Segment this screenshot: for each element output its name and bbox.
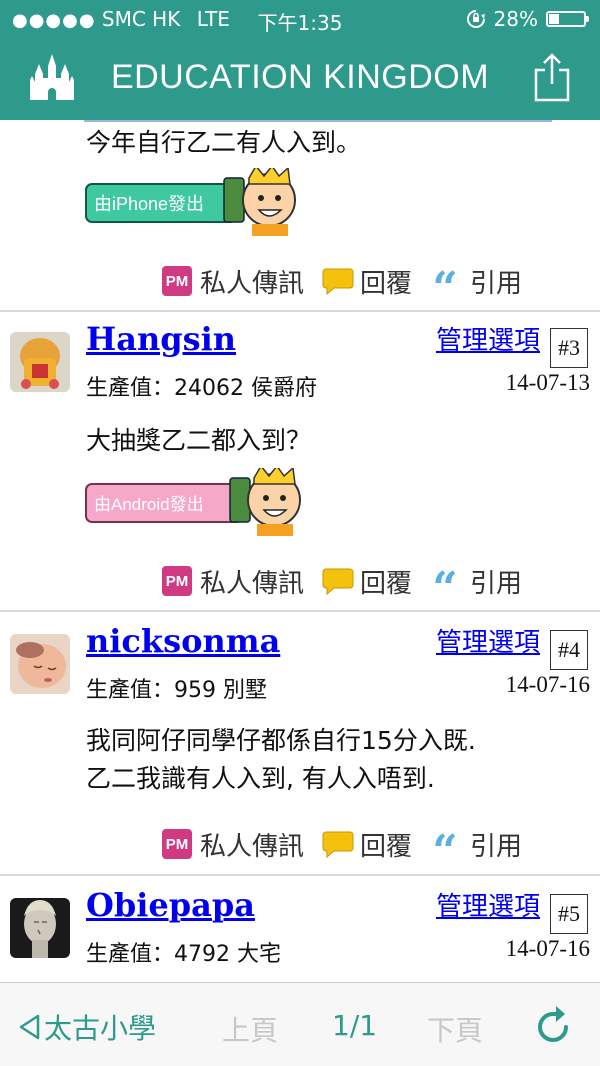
- quote-button[interactable]: “ 引用: [430, 263, 522, 300]
- android-sent-badge: 由Android發出: [85, 468, 301, 536]
- manage-options-link[interactable]: 管理選項: [436, 320, 540, 357]
- post-number: #5: [550, 894, 588, 934]
- pm-button[interactable]: PM 私人傳訊: [162, 826, 304, 863]
- nav-bar: EDUCATION KINGDOM: [0, 40, 600, 120]
- manage-options-link[interactable]: 管理選項: [436, 886, 540, 923]
- back-label: 太古小學: [44, 1012, 157, 1045]
- manage-options-link[interactable]: 管理選項: [436, 622, 540, 659]
- reply-label: 回覆: [360, 831, 413, 862]
- post-message: 今年自行乙二有人入到。: [86, 128, 362, 157]
- speech-bubble-icon: [322, 568, 354, 595]
- bottom-toolbar: 太古小學 上頁 1/1 下頁: [0, 982, 600, 1066]
- post-item: nicksonma 管理選項 #4 生產值：959 別墅 14-07-16 我同…: [0, 612, 600, 876]
- reply-button[interactable]: 回覆: [322, 826, 412, 863]
- badge-text: 由iPhone發出: [94, 194, 204, 214]
- post-actions: PM 私人傳訊 回覆 “ 引用: [162, 263, 540, 299]
- quote-label: 引用: [470, 831, 523, 862]
- reply-button[interactable]: 回覆: [322, 263, 412, 300]
- pm-icon: PM: [162, 829, 192, 859]
- post-actions: PM 私人傳訊 回覆 “ 引用: [162, 563, 540, 599]
- avatar[interactable]: [10, 332, 70, 392]
- top-bar: ●●●●● SMC HK LTE 下午1:35 28% EDUCATION KI…: [0, 0, 600, 120]
- quote-icon: “: [432, 830, 458, 858]
- username-link[interactable]: Obiepapa: [86, 886, 255, 924]
- battery-info: 28%: [466, 7, 589, 31]
- pm-icon: PM: [162, 566, 192, 596]
- post-number: #4: [550, 630, 588, 670]
- quote-label: 引用: [470, 268, 523, 299]
- next-page-button[interactable]: 下頁: [427, 1009, 483, 1049]
- back-triangle-icon: [19, 1014, 40, 1040]
- status-bar: ●●●●● SMC HK LTE 下午1:35 28%: [0, 0, 600, 40]
- post-message: 大抽獎乙二都入到？: [86, 426, 312, 455]
- username-link[interactable]: nicksonma: [86, 622, 280, 660]
- pm-label: 私人傳訊: [200, 831, 305, 862]
- pm-label: 私人傳訊: [200, 268, 305, 299]
- post-message-line: 我同阿仔同學仔都係自行15分入既.: [86, 726, 476, 755]
- battery-fill: [549, 14, 559, 24]
- post-date: 14-07-16: [505, 936, 590, 961]
- post-date: 14-07-16: [505, 672, 590, 697]
- iphone-sent-badge: 由iPhone發出: [85, 168, 296, 236]
- post-message-line: 乙二我識有人入到, 有人入唔到.: [86, 764, 435, 793]
- post-number: #3: [550, 328, 588, 368]
- badge-text: 由Android發出: [94, 495, 204, 514]
- pm-button[interactable]: PM 私人傳訊: [162, 263, 304, 300]
- quote-border: [84, 120, 552, 122]
- post-item: Hangsin 管理選項 #3 生產值：24062 侯爵府 14-07-13 大…: [0, 310, 600, 612]
- quote-icon: “: [432, 567, 458, 595]
- rotation-lock-icon: [466, 10, 485, 28]
- avatar[interactable]: [10, 634, 70, 694]
- pm-label: 私人傳訊: [200, 568, 305, 599]
- speech-bubble-icon: [322, 268, 354, 295]
- pm-icon: PM: [162, 266, 192, 296]
- prev-page-button[interactable]: 上頁: [222, 1009, 278, 1049]
- back-to-forum-button[interactable]: 太古小學: [18, 1007, 156, 1047]
- refresh-icon[interactable]: [534, 1003, 574, 1047]
- app-title: EDUCATION KINGDOM: [110, 58, 490, 96]
- quote-icon: “: [432, 267, 458, 295]
- production-value: 生產值：959 別墅: [86, 678, 267, 703]
- quote-button[interactable]: “ 引用: [430, 563, 522, 600]
- post-item: Obiepapa 管理選項 #5 生產值：4792 大宅 14-07-16: [0, 876, 600, 982]
- production-value: 生產值：24062 侯爵府: [86, 376, 317, 401]
- battery-icon: [546, 11, 589, 27]
- share-icon[interactable]: [532, 52, 572, 102]
- post-actions: PM 私人傳訊 回覆 “ 引用: [162, 826, 540, 862]
- pm-button[interactable]: PM 私人傳訊: [162, 563, 304, 600]
- post-date: 14-07-13: [505, 370, 590, 395]
- username-link[interactable]: Hangsin: [86, 320, 236, 358]
- reply-label: 回覆: [360, 268, 413, 299]
- thread-content[interactable]: 今年自行乙二有人入到。 由iPhone發出 PM 私人傳訊 回覆 “ 引用 Hang…: [0, 120, 600, 982]
- reply-button[interactable]: 回覆: [322, 563, 412, 600]
- quote-label: 引用: [470, 568, 523, 599]
- page-indicator[interactable]: 1/1: [332, 1009, 377, 1042]
- post-fragment: 今年自行乙二有人入到。 由iPhone發出 PM 私人傳訊 回覆 “ 引用: [0, 120, 600, 312]
- speech-bubble-icon: [322, 831, 354, 858]
- avatar[interactable]: [10, 898, 70, 958]
- quote-button[interactable]: “ 引用: [430, 826, 522, 863]
- reply-label: 回覆: [360, 568, 413, 599]
- battery-percent: 28%: [493, 7, 538, 31]
- production-value: 生產值：4792 大宅: [86, 942, 281, 967]
